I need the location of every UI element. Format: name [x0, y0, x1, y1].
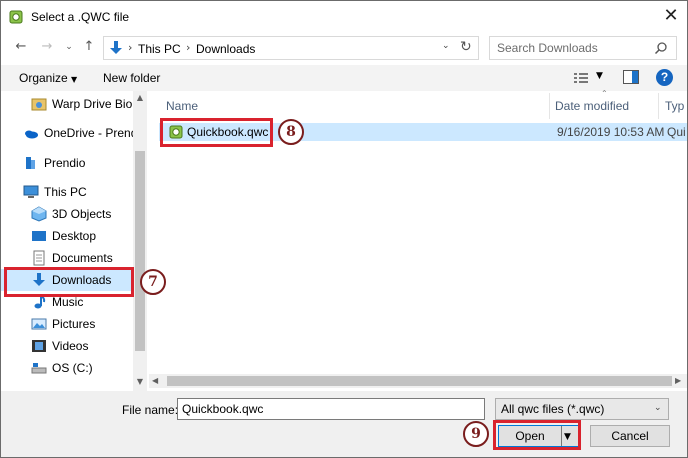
computer-icon: [23, 185, 39, 198]
pictures-icon: [31, 318, 47, 330]
address-dropdown-icon[interactable]: ⌄: [442, 41, 450, 51]
scroll-up-icon[interactable]: ▲: [133, 93, 147, 102]
help-icon[interactable]: ?: [656, 69, 673, 86]
sidebar-scrollbar[interactable]: ▲ ▼: [133, 91, 147, 391]
drive-icon: [31, 363, 47, 374]
sidebar-item-label: Music: [52, 295, 84, 309]
column-header-date-modified[interactable]: Date modified: [555, 99, 629, 113]
scroll-down-icon[interactable]: ▼: [133, 377, 147, 386]
file-dialog: Select a .QWC file ✕ ← → ⌄ ↑ › This PC ›…: [0, 0, 688, 458]
sidebar-item-desktop[interactable]: Desktop: [1, 225, 133, 247]
sidebar-item-os-c[interactable]: OS (C:): [1, 357, 133, 379]
sidebar-item-3d-objects[interactable]: 3D Objects: [1, 203, 133, 225]
scrollbar-thumb[interactable]: [167, 376, 672, 386]
sidebar-item-prendio[interactable]: Prendio: [1, 152, 133, 174]
highlight-downloads: [4, 267, 134, 297]
file-type-value: All qwc files (*.qwc): [501, 402, 605, 416]
highlight-file: [160, 118, 273, 147]
sidebar-item-label: 3D Objects: [52, 207, 112, 221]
sidebar-item-documents[interactable]: Documents: [1, 247, 133, 269]
sidebar-item-videos[interactable]: Videos: [1, 335, 133, 357]
scroll-left-icon[interactable]: ◀: [152, 374, 158, 388]
cancel-button[interactable]: Cancel: [590, 425, 670, 447]
file-date-modified: 9/16/2019 10:53 AM: [557, 125, 665, 139]
3d-objects-icon: [31, 206, 47, 222]
user-folder-icon: [26, 157, 35, 169]
scroll-right-icon[interactable]: ▶: [675, 374, 681, 388]
forward-arrow-icon[interactable]: →: [39, 39, 55, 55]
downloads-icon: [110, 41, 122, 54]
title-bar: Select a .QWC file ✕: [1, 1, 687, 33]
organize-menu[interactable]: Organize ▼: [19, 71, 77, 85]
column-divider[interactable]: [658, 93, 659, 119]
documents-icon: [33, 250, 45, 266]
sidebar-item-label: Pictures: [52, 317, 96, 331]
sidebar-item-pictures[interactable]: Pictures: [1, 313, 133, 335]
sidebar-item-label: OneDrive - Prendi: [44, 126, 141, 140]
videos-icon: [32, 340, 46, 352]
file-type: Qui: [667, 125, 686, 139]
column-header-name[interactable]: Name: [166, 99, 198, 113]
address-bar[interactable]: › This PC › Downloads ⌄ ↻: [103, 36, 479, 60]
file-list-scrollbar[interactable]: ◀ ▶: [149, 374, 687, 388]
recent-dropdown-icon[interactable]: ⌄: [61, 39, 77, 55]
column-divider[interactable]: [549, 93, 550, 119]
search-input[interactable]: [490, 37, 650, 59]
onedrive-icon: [25, 130, 38, 139]
breadcrumb-this-pc[interactable]: This PC: [138, 42, 181, 56]
command-bar: Organize ▼ New folder ▼ ?: [1, 65, 687, 91]
preview-pane-icon[interactable]: [623, 70, 639, 84]
app-icon: [9, 10, 23, 24]
chevron-down-icon: ▼: [71, 75, 78, 84]
sidebar-item-label: Prendio: [44, 156, 86, 170]
search-icon[interactable]: [654, 41, 668, 55]
sidebar-item-label: OS (C:): [52, 361, 93, 375]
scrollbar-thumb[interactable]: [135, 151, 145, 351]
breadcrumb-separator-icon: ›: [186, 41, 191, 54]
new-folder-button[interactable]: New folder: [103, 71, 160, 85]
desktop-icon: [32, 231, 46, 241]
sidebar-item-warp-drive-bio[interactable]: Warp Drive Bio: [1, 93, 133, 115]
file-type-select[interactable]: All qwc files (*.qwc) ⌄: [495, 398, 669, 420]
column-header-type[interactable]: Typ: [665, 99, 684, 113]
step-badge-8: 8: [278, 119, 304, 145]
breadcrumb-separator-icon: ›: [128, 41, 133, 54]
refresh-icon[interactable]: ↻: [460, 39, 472, 55]
warp-drive-icon: [31, 98, 47, 111]
search-box: [489, 36, 677, 60]
sidebar-item-label: Documents: [52, 251, 113, 265]
view-dropdown-icon[interactable]: ▼: [596, 71, 603, 81]
close-icon[interactable]: ✕: [661, 6, 681, 26]
sidebar-item-label: Warp Drive Bio: [52, 97, 133, 111]
file-name-label: File name:: [122, 403, 179, 417]
dialog-footer: File name: All qwc files (*.qwc) ⌄ Open …: [1, 391, 687, 457]
sidebar-item-label: Desktop: [52, 229, 97, 243]
sidebar-item-label: Videos: [52, 339, 89, 353]
sidebar-item-label: This PC: [44, 185, 87, 199]
step-badge-7: 7: [140, 269, 166, 295]
highlight-open: [493, 420, 581, 450]
organize-label: Organize: [19, 71, 68, 85]
view-options-icon[interactable]: [573, 70, 589, 86]
file-name-input[interactable]: [177, 398, 485, 420]
up-arrow-icon[interactable]: ↑: [81, 39, 97, 55]
sidebar-item-onedrive[interactable]: OneDrive - Prendi: [1, 122, 140, 144]
sidebar-item-this-pc[interactable]: This PC: [1, 181, 133, 203]
navigation-pane: Warp Drive Bio OneDrive - Prendi Prendio…: [1, 91, 147, 391]
step-badge-9: 9: [463, 421, 489, 447]
back-arrow-icon[interactable]: ←: [13, 39, 29, 55]
chevron-down-icon: ⌄: [654, 403, 662, 413]
window-title: Select a .QWC file: [31, 10, 130, 24]
breadcrumb-downloads[interactable]: Downloads: [196, 42, 255, 56]
sort-indicator-icon: ⌃: [601, 89, 608, 98]
